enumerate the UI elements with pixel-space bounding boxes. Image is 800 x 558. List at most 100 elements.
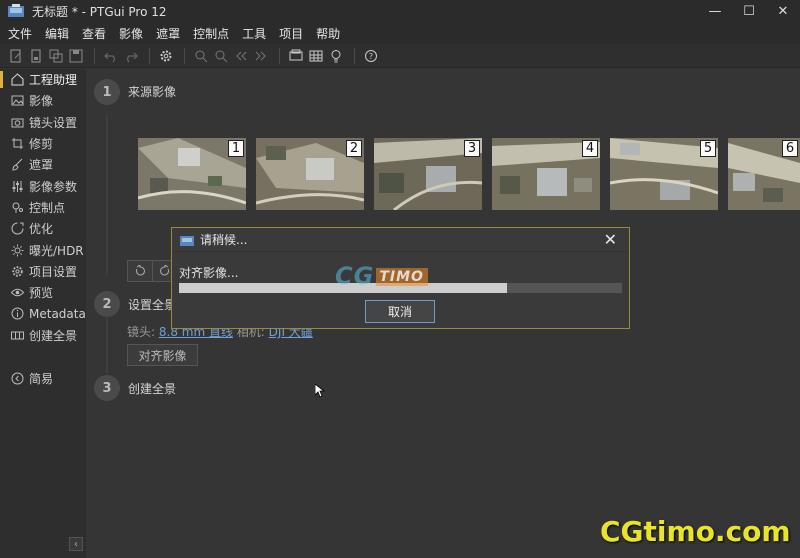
undo-icon[interactable] [103, 48, 119, 64]
table-icon[interactable] [308, 48, 324, 64]
sidebar-item-project-assistant[interactable]: 工程助理 [0, 69, 86, 90]
sidebar-item-label: 项目设置 [29, 264, 78, 279]
settings-gear-icon[interactable] [158, 48, 174, 64]
ptgui-app-icon [8, 4, 24, 17]
sidebar-item-label: 修剪 [29, 137, 54, 152]
menu-images[interactable]: 影像 [119, 25, 143, 42]
dialog-message: 对齐影像... [179, 266, 239, 280]
zoom-in-icon[interactable] [193, 48, 209, 64]
sidebar-item-lens-settings[interactable]: 镜头设置 [0, 112, 86, 133]
close-window-button[interactable]: ✕ [766, 0, 800, 22]
menu-control-points[interactable]: 控制点 [193, 25, 229, 42]
sidebar-item-exposure-hdr[interactable]: 曝光/HDR [0, 239, 86, 260]
menu-view[interactable]: 查看 [82, 25, 106, 42]
thumbnail-number: 6 [782, 140, 798, 157]
toolbar-separator [94, 47, 95, 64]
open-project-icon[interactable] [28, 48, 44, 64]
save-icon[interactable] [68, 48, 84, 64]
watermark-logo-center: CG TIMO [335, 262, 428, 290]
dialog-title: 请稍候... [200, 233, 248, 247]
previous-icon[interactable] [233, 48, 249, 64]
crop-icon [10, 137, 24, 151]
sidebar-item-simple[interactable]: 简易 [0, 368, 86, 389]
eye-icon [10, 286, 24, 300]
rotate-left-button[interactable] [127, 260, 153, 282]
menu-bar: 文件 编辑 查看 影像 遮罩 控制点 工具 项目 帮助 [0, 22, 800, 44]
minimize-button[interactable]: — [698, 0, 732, 22]
thumbnail-number: 5 [700, 140, 716, 157]
maximize-button[interactable]: ☐ [732, 0, 766, 22]
dialog-header: 请稍候... ✕ [172, 228, 629, 252]
brush-icon [10, 158, 24, 172]
dialog-app-icon [180, 235, 194, 246]
collapse-sidebar-button[interactable]: ‹ [69, 537, 83, 551]
toolbar-separator [354, 47, 355, 64]
sidebar-item-optimize[interactable]: 优化 [0, 218, 86, 239]
watermark-main-text: CG [335, 262, 375, 290]
sidebar-item-label: 曝光/HDR [29, 243, 84, 258]
lightbulb-icon[interactable] [328, 48, 344, 64]
menu-file[interactable]: 文件 [8, 25, 32, 42]
image-icon [10, 94, 24, 108]
image-thumbnail-1[interactable]: 1 [138, 138, 246, 210]
sidebar-item-crop[interactable]: 修剪 [0, 133, 86, 154]
thumbnail-number: 4 [582, 140, 598, 157]
mouse-cursor-icon [315, 384, 325, 398]
step-connector-line [106, 115, 108, 275]
image-thumbnail-2[interactable]: 2 [256, 138, 364, 210]
new-project-icon[interactable] [8, 48, 24, 64]
step-1-title: 来源影像 [128, 85, 177, 99]
sidebar-item-preview[interactable]: 预览 [0, 282, 86, 303]
sidebar-item-label: 控制点 [29, 200, 66, 215]
camera-icon [10, 115, 24, 129]
info-icon [10, 307, 24, 321]
title-bar: 无标题 * - PTGui Pro 12 — ☐ ✕ [0, 0, 800, 22]
menu-tools[interactable]: 工具 [242, 25, 266, 42]
watermark-tail-text: TIMO [376, 268, 428, 286]
sidebar-item-project-settings[interactable]: 项目设置 [0, 261, 86, 282]
step-3-title: 创建全景 [128, 382, 177, 396]
simple-mode-icon [10, 372, 24, 386]
align-images-button[interactable]: 对齐影像 [127, 344, 198, 366]
sidebar-item-label: 创建全景 [29, 328, 78, 343]
sidebar-item-label: 影像参数 [29, 179, 78, 194]
svg-text:?: ? [369, 52, 373, 61]
watermark-corner-text: CGtimo.com [600, 515, 791, 548]
redo-icon[interactable] [123, 48, 139, 64]
copy-icon[interactable] [48, 48, 64, 64]
sidebar-item-mask[interactable]: 遮罩 [0, 154, 86, 175]
panorama-editor-icon[interactable] [288, 48, 304, 64]
sliders-icon [10, 179, 24, 193]
image-thumbnail-5[interactable]: 5 [610, 138, 718, 210]
zoom-out-icon[interactable] [213, 48, 229, 64]
sidebar-item-create-panorama[interactable]: 创建全景 [0, 325, 86, 346]
sidebar-item-images[interactable]: 影像 [0, 90, 86, 111]
menu-edit[interactable]: 编辑 [45, 25, 69, 42]
sun-icon [10, 243, 24, 257]
menu-project[interactable]: 项目 [279, 25, 303, 42]
lens-label: 镜头: [127, 325, 156, 339]
sidebar-item-metadata[interactable]: Metadata [0, 303, 86, 324]
sidebar-item-label: Metadata [29, 306, 86, 321]
image-thumbnail-4[interactable]: 4 [492, 138, 600, 210]
step-2-title: 设置全景 [128, 298, 177, 312]
sidebar-item-label: 镜头设置 [29, 115, 78, 130]
cancel-button[interactable]: 取消 [365, 300, 435, 323]
thumbnail-number: 3 [464, 140, 480, 157]
gear-icon [10, 264, 24, 278]
next-icon[interactable] [253, 48, 269, 64]
sidebar-item-control-points[interactable]: 控制点 [0, 197, 86, 218]
rotate-right-icon [160, 265, 169, 276]
sidebar-item-image-parameters[interactable]: 影像参数 [0, 175, 86, 196]
image-thumbnail-3[interactable]: 3 [374, 138, 482, 210]
sidebar-item-label: 工程助理 [29, 73, 78, 88]
help-icon[interactable]: ? [363, 48, 379, 64]
menu-mask[interactable]: 遮罩 [156, 25, 180, 42]
dialog-close-button[interactable]: ✕ [604, 230, 617, 249]
toolbar: ? [0, 44, 800, 68]
panorama-icon [10, 328, 24, 342]
pin-icon [10, 200, 24, 214]
step-3-number: 3 [94, 375, 120, 401]
image-thumbnail-6[interactable]: 6 [728, 138, 800, 210]
menu-help[interactable]: 帮助 [316, 25, 340, 42]
